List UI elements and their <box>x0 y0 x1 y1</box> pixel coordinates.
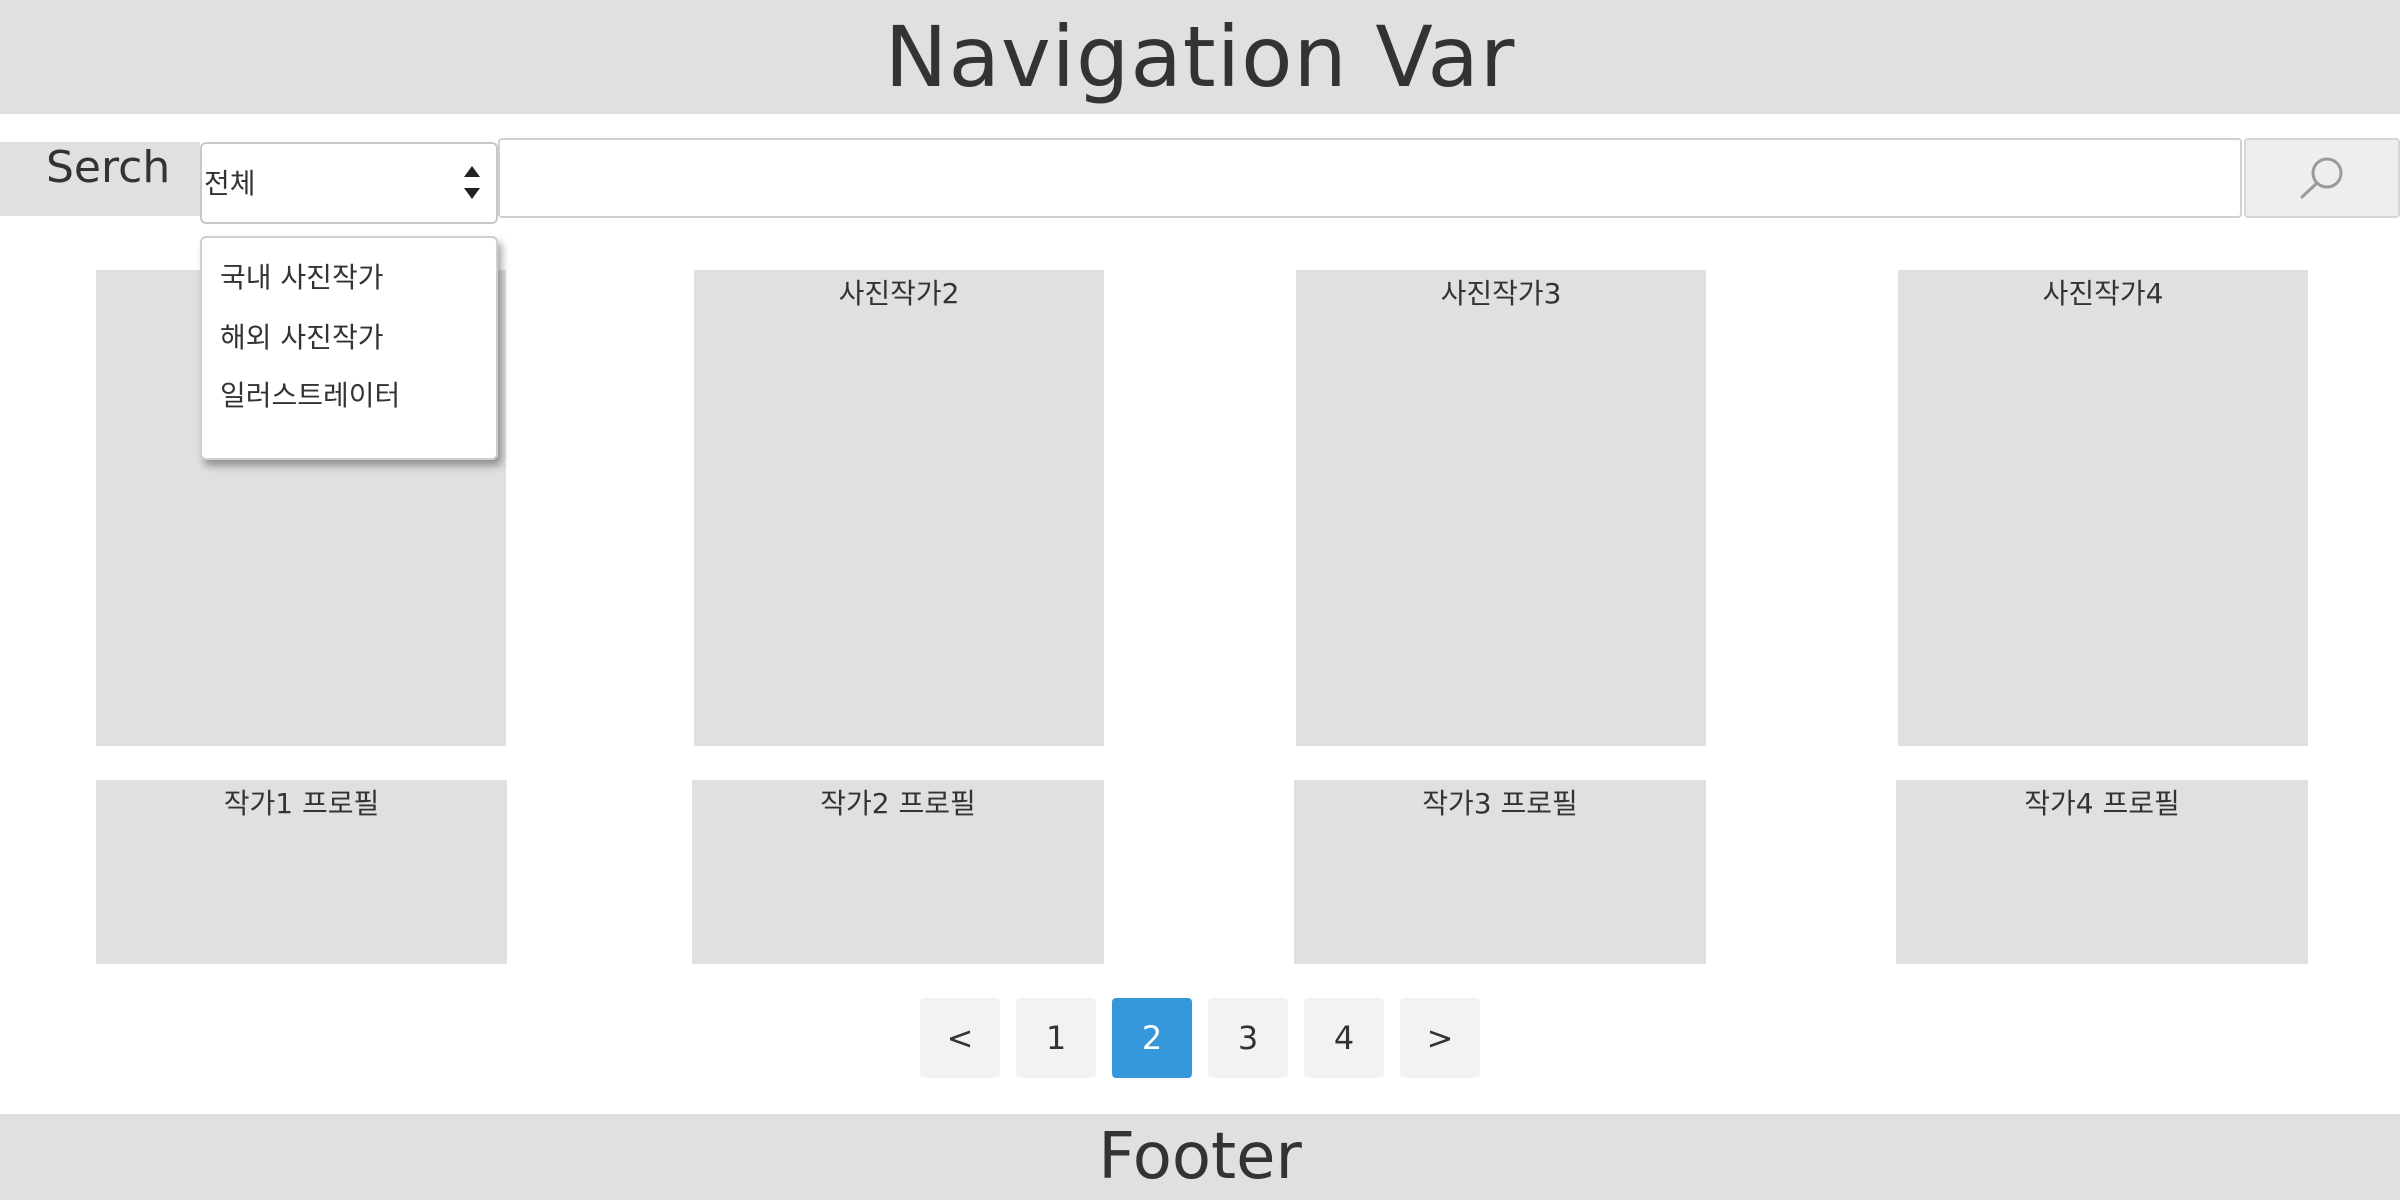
dropdown-option-overseas[interactable]: 해외 사진작가 <box>220 318 383 358</box>
pagination-prev-button[interactable]: < <box>920 998 1000 1078</box>
photographer-card-title: 사진작가4 <box>2042 277 2164 310</box>
dropdown-option-illustrator[interactable]: 일러스트레이터 <box>220 376 400 416</box>
pagination-page-1[interactable]: 1 <box>1016 998 1096 1078</box>
photographer-card-title: 사진작가2 <box>838 277 960 310</box>
profile-card-1[interactable]: 작가1 프로필 <box>96 780 507 964</box>
profile-card-title: 작가4 프로필 <box>2024 787 2180 820</box>
dropdown-option-domestic[interactable]: 국내 사진작가 <box>220 258 383 298</box>
profile-card-2[interactable]: 작가2 프로필 <box>692 780 1104 964</box>
search-label: Serch <box>46 142 171 193</box>
navigation-bar: Navigation Var <box>0 0 2400 114</box>
pagination-next-button[interactable]: > <box>1400 998 1480 1078</box>
select-arrows-icon <box>462 166 482 206</box>
profile-card-3[interactable]: 작가3 프로필 <box>1294 780 1706 964</box>
photographer-card-title: 사진작가3 <box>1440 277 1562 310</box>
pagination-page-3[interactable]: 3 <box>1208 998 1288 1078</box>
arrow-up-icon <box>464 166 480 177</box>
footer: Footer <box>0 1114 2400 1200</box>
search-input[interactable] <box>498 138 2242 218</box>
profile-card-title: 작가3 프로필 <box>1422 787 1578 820</box>
category-select[interactable]: 전체 <box>200 142 498 224</box>
profile-card-4[interactable]: 작가4 프로필 <box>1896 780 2308 964</box>
category-dropdown-menu: 국내 사진작가 해외 사진작가 일러스트레이터 <box>200 236 498 460</box>
profile-card-title: 작가2 프로필 <box>820 787 976 820</box>
category-select-value: 전체 <box>204 167 256 200</box>
pagination-page-4[interactable]: 4 <box>1304 998 1384 1078</box>
photographer-card-4[interactable]: 사진작가4 <box>1898 270 2308 746</box>
profile-card-title: 작가1 프로필 <box>223 787 380 820</box>
photographer-card-3[interactable]: 사진작가3 <box>1296 270 1706 746</box>
pagination-page-2-active[interactable]: 2 <box>1112 998 1192 1078</box>
search-button[interactable] <box>2244 138 2400 218</box>
arrow-down-icon <box>464 188 480 199</box>
photographer-card-2[interactable]: 사진작가2 <box>694 270 1104 746</box>
navbar-title: Navigation Var <box>884 8 1516 106</box>
search-icon <box>2300 157 2343 199</box>
footer-title: Footer <box>1098 1120 1302 1194</box>
